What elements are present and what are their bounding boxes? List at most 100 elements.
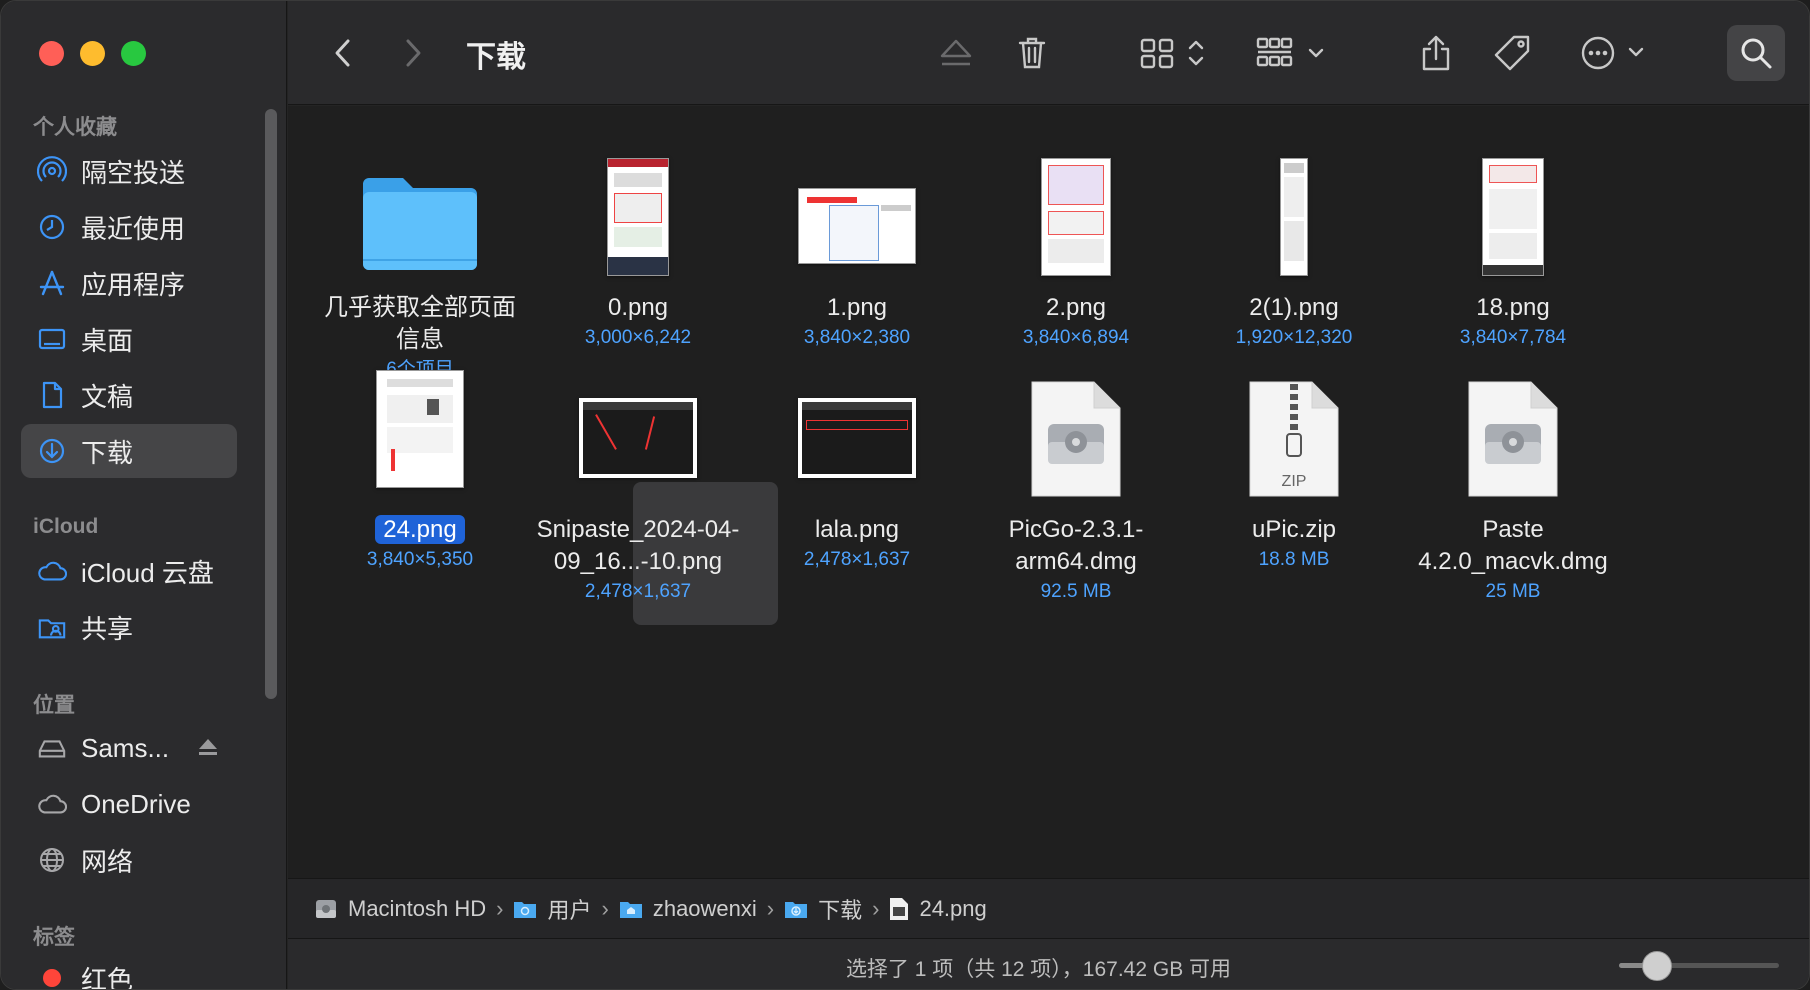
eject-icon[interactable]: [197, 737, 219, 762]
sidebar-item-label: 文稿: [81, 381, 134, 412]
file-item[interactable]: PicGo-2.3.1-arm64.dmg 92.5 MB: [971, 358, 1181, 606]
file-item[interactable]: 1.png 3,840×2,380: [752, 136, 962, 352]
cloud-icon: [37, 789, 67, 819]
file-name: Snipaste_2024-04-09_16...-10.png: [536, 516, 740, 575]
share-button[interactable]: [1414, 31, 1458, 75]
file-name: Paste 4.2.0_macvk.dmg: [1418, 516, 1608, 575]
airdrop-icon: [37, 156, 67, 186]
search-icon: [1741, 38, 1772, 69]
back-button[interactable]: [328, 31, 358, 75]
sidebar-item-applications[interactable]: 应用程序: [21, 256, 237, 310]
zip-label: ZIP: [1282, 473, 1307, 490]
file-name: 1.png: [826, 294, 888, 321]
finder-window: 个人收藏 隔空投送 最近使用 应用程序 桌面 文稿 下载 iCloud iClo…: [0, 0, 1810, 990]
trash-button[interactable]: [1010, 31, 1054, 75]
locations-section-label: 位置: [33, 694, 75, 717]
file-item[interactable]: 2(1).png 1,920×12,320: [1189, 136, 1399, 352]
sidebar-item-documents[interactable]: 文稿: [21, 368, 237, 422]
file-meta: 3,840×6,894: [1022, 327, 1130, 348]
file-item-selected[interactable]: 24.png 3,840×5,350: [315, 358, 525, 574]
sidebar-item-downloads[interactable]: 下载: [21, 424, 237, 478]
selected-file-name: 24.png: [375, 515, 465, 544]
sidebar-item-label: Sams...: [81, 732, 170, 763]
downloads-folder-icon: [784, 898, 808, 920]
sidebar-item-recents[interactable]: 最近使用: [21, 200, 237, 254]
file-item[interactable]: Paste 4.2.0_macvk.dmg 25 MB: [1408, 358, 1618, 606]
path-item[interactable]: Macintosh HD: [314, 896, 486, 922]
home-folder-icon: [619, 898, 643, 920]
path-item[interactable]: zhaowenxi: [619, 896, 757, 922]
image-thumbnail: [533, 358, 743, 498]
dmg-icon: [1408, 358, 1618, 498]
chevron-right-icon: [406, 39, 421, 67]
icon-size-slider[interactable]: [1619, 951, 1779, 981]
view-mode-button[interactable]: [1138, 31, 1212, 75]
minimize-button[interactable]: [80, 41, 105, 66]
favorites-section-label: 个人收藏: [33, 116, 117, 139]
chevron-left-icon: [335, 39, 350, 67]
path-item[interactable]: 用户: [513, 893, 592, 925]
status-text: 选择了 1 项（共 12 项），167.42 GB 可用: [845, 958, 1232, 981]
sidebar-item-label: 应用程序: [81, 269, 186, 300]
more-actions-button[interactable]: [1578, 31, 1652, 75]
group-icon: [1256, 37, 1324, 67]
image-thumbnail: [533, 136, 743, 276]
file-meta: 92.5 MB: [1040, 581, 1112, 602]
chevron-right-icon: ›: [872, 895, 880, 921]
tag-icon: [1494, 35, 1530, 71]
group-by-button[interactable]: [1254, 31, 1330, 75]
file-grid: 几乎获取全部页面信息 6个项目 0.png 3,000×6,242: [288, 106, 1809, 878]
file-item[interactable]: Snipaste_2024-04-09_16...-10.png 2,478×1…: [533, 358, 743, 606]
search-button[interactable]: [1727, 25, 1785, 81]
document-icon: [37, 380, 67, 410]
sidebar-item-tag-red[interactable]: 红色: [21, 951, 237, 989]
sidebar-item-network[interactable]: 网络: [21, 833, 237, 887]
sidebar-item-label: OneDrive: [81, 788, 191, 819]
sidebar-item-shared[interactable]: 共享: [21, 600, 237, 654]
file-meta: 3,840×7,784: [1459, 327, 1567, 348]
sidebar-item-label: 隔空投送: [81, 157, 186, 188]
file-name: PicGo-2.3.1-arm64.dmg: [1008, 516, 1144, 575]
sidebar-item-label: 最近使用: [81, 213, 186, 244]
file-item[interactable]: 几乎获取全部页面信息 6个项目: [315, 136, 525, 384]
path-item[interactable]: 下载: [784, 893, 862, 925]
file-item[interactable]: 0.png 3,000×6,242: [533, 136, 743, 352]
cloud-icon: [37, 556, 67, 586]
path-item[interactable]: 24.png: [889, 895, 987, 922]
image-thumbnail: [752, 136, 962, 276]
file-meta: 25 MB: [1485, 581, 1541, 602]
chevron-right-icon: ›: [601, 895, 609, 921]
file-item[interactable]: 2.png 3,840×6,894: [971, 136, 1181, 352]
sidebar-item-onedrive[interactable]: OneDrive: [21, 777, 237, 831]
eject-toolbar-button[interactable]: [934, 31, 978, 75]
download-icon: [37, 436, 67, 466]
file-item[interactable]: 18.png 3,840×7,784: [1408, 136, 1618, 352]
forward-button[interactable]: [398, 31, 428, 75]
folder-icon: [513, 898, 537, 920]
path-bar: Macintosh HD › 用户 › zhaowenxi › 下载 › 24.…: [288, 878, 1809, 938]
zoom-button[interactable]: [121, 41, 146, 66]
file-name: 2.png: [1045, 294, 1107, 321]
file-item[interactable]: ZIP uPic.zip 18.8 MB: [1189, 358, 1399, 574]
chevron-right-icon: ›: [496, 895, 504, 921]
red-tag-dot-icon: [37, 963, 67, 989]
sidebar-item-label: 下载: [81, 437, 134, 468]
tag-button[interactable]: [1490, 31, 1534, 75]
file-meta: 2,478×1,637: [803, 549, 911, 570]
shared-folder-icon: [37, 612, 67, 642]
path-item-label: 24.png: [919, 895, 987, 921]
sidebar-item-icloud-drive[interactable]: iCloud 云盘: [21, 544, 237, 598]
sidebar-item-desktop[interactable]: 桌面: [21, 312, 237, 366]
close-button[interactable]: [39, 41, 64, 66]
zip-icon: ZIP: [1189, 358, 1399, 498]
file-item[interactable]: lala.png 2,478×1,637: [752, 358, 962, 574]
image-thumbnail: [971, 136, 1181, 276]
sidebar-item-airdrop[interactable]: 隔空投送: [21, 144, 237, 198]
sidebar-item-samsung-drive[interactable]: Sams...: [21, 721, 237, 775]
dmg-icon: [971, 358, 1181, 498]
image-thumbnail: [1408, 136, 1618, 276]
clock-icon: [37, 212, 67, 242]
share-icon: [1422, 35, 1450, 71]
image-thumbnail: [1189, 136, 1399, 276]
sidebar-scrollbar[interactable]: [265, 109, 277, 699]
